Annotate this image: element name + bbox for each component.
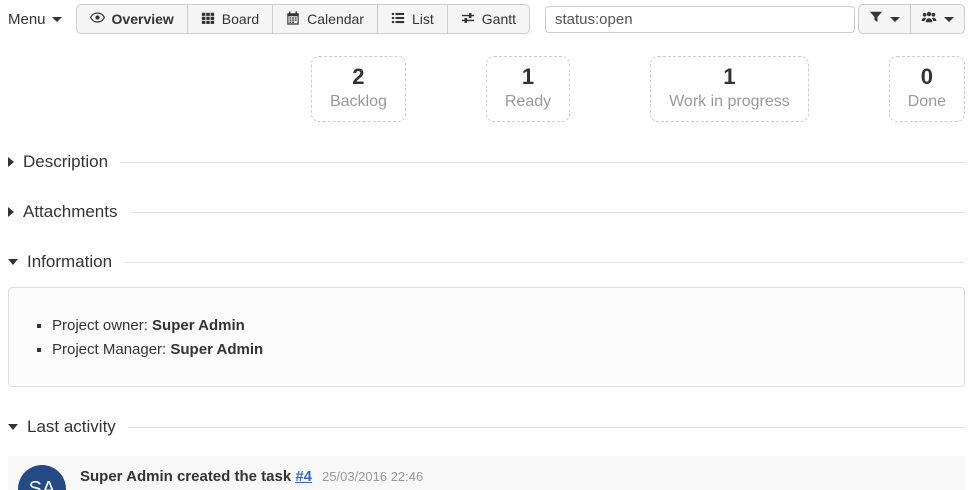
section-information-header[interactable]: Information <box>8 252 965 272</box>
stat-work-in-progress: 1 Work in progress <box>650 56 809 122</box>
section-title: Attachments <box>23 202 118 222</box>
information-list: Project owner: Super Admin Project Manag… <box>52 314 949 362</box>
board-icon <box>201 11 215 28</box>
eye-icon <box>90 10 105 28</box>
chevron-down-icon <box>944 17 954 22</box>
triangle-right-icon <box>8 207 14 217</box>
section-title: Information <box>27 252 112 272</box>
task-link[interactable]: #4 <box>295 468 312 485</box>
list-item: Project Manager: Super Admin <box>52 338 949 362</box>
tab-board[interactable]: Board <box>188 5 273 33</box>
tab-overview[interactable]: Overview <box>77 5 188 33</box>
stat-ready: 1 Ready <box>486 56 570 122</box>
activity-title: Super Admin created the task <box>80 468 295 485</box>
info-value: Super Admin <box>170 341 263 358</box>
tab-label: Calendar <box>307 11 364 27</box>
calendar-icon <box>286 11 300 28</box>
chevron-down-icon <box>52 17 62 22</box>
stat-count: 1 <box>505 63 551 91</box>
tab-calendar[interactable]: Calendar <box>273 5 378 33</box>
section-rule <box>124 262 965 263</box>
triangle-right-icon <box>8 157 14 167</box>
list-icon <box>391 11 405 28</box>
info-label: Project Manager: <box>52 341 170 358</box>
section-attachments: Attachments <box>8 202 965 222</box>
tab-list[interactable]: List <box>378 5 448 33</box>
info-label: Project owner: <box>52 317 152 334</box>
info-value: Super Admin <box>152 317 245 334</box>
section-last-activity: Last activity SA Super Admin created the… <box>8 417 965 490</box>
activity-title-row: Super Admin created the task #4 25/03/201… <box>80 465 955 490</box>
list-item: Project owner: Super Admin <box>52 314 949 338</box>
tab-label: List <box>412 11 434 27</box>
triangle-down-icon <box>8 424 18 430</box>
filter-dropdown-group <box>858 4 965 34</box>
triangle-down-icon <box>8 259 18 265</box>
view-switcher: Overview Board Calendar List <box>76 4 531 34</box>
activity-content: Super Admin created the task #4 25/03/201… <box>80 465 955 490</box>
stat-label: Work in progress <box>669 91 790 113</box>
section-attachments-header[interactable]: Attachments <box>8 202 965 222</box>
section-description-header[interactable]: Description <box>8 152 965 172</box>
section-rule <box>128 427 965 428</box>
stat-label: Backlog <box>330 91 387 113</box>
toolbar: Menu Overview Board Calendar <box>8 0 965 34</box>
section-information: Information Project owner: Super Admin P… <box>8 252 965 387</box>
information-panel: Project owner: Super Admin Project Manag… <box>8 287 965 387</box>
section-rule <box>130 212 966 213</box>
filter-icon <box>869 10 883 28</box>
search-input[interactable] <box>545 6 855 33</box>
filter-dropdown-button[interactable] <box>859 5 911 33</box>
stat-done: 0 Done <box>889 56 965 122</box>
tab-label: Overview <box>112 11 174 27</box>
section-description: Description <box>8 152 965 172</box>
stat-count: 2 <box>330 63 387 91</box>
activity-timestamp: 25/03/2016 22:46 <box>322 469 423 484</box>
section-rule <box>120 162 965 163</box>
section-last-activity-header[interactable]: Last activity <box>8 417 965 437</box>
users-dropdown-button[interactable] <box>911 5 964 33</box>
users-icon <box>921 10 937 28</box>
section-title: Description <box>23 152 108 172</box>
stat-label: Ready <box>505 91 551 113</box>
section-title: Last activity <box>27 417 116 437</box>
avatar: SA <box>18 465 66 490</box>
gantt-icon <box>461 11 475 28</box>
tab-gantt[interactable]: Gantt <box>448 5 529 33</box>
menu-label: Menu <box>8 11 46 28</box>
stat-count: 0 <box>908 63 946 91</box>
menu-dropdown[interactable]: Menu <box>8 11 62 28</box>
stat-backlog: 2 Backlog <box>311 56 406 122</box>
tab-label: Board <box>222 11 259 27</box>
activity-event: SA Super Admin created the task #4 25/03/… <box>8 456 965 490</box>
column-stats-row: 2 Backlog 1 Ready 1 Work in progress 0 D… <box>8 56 965 122</box>
tab-label: Gantt <box>482 11 516 27</box>
stat-count: 1 <box>669 63 790 91</box>
stat-label: Done <box>908 91 946 113</box>
chevron-down-icon <box>890 17 900 22</box>
project-overview-page: Menu Overview Board Calendar <box>0 0 973 490</box>
